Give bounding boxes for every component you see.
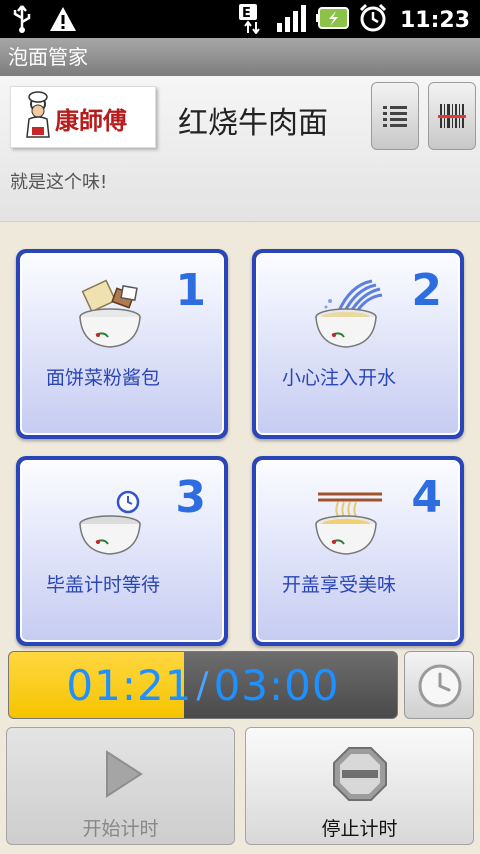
product-header: 康師傅 红烧牛肉面 就是这个味! — [0, 76, 480, 222]
bowl-seasoning-icon — [74, 275, 154, 359]
stop-timer-label: 停止计时 — [321, 818, 398, 840]
step-card-1[interactable]: 1 面饼菜粉酱包 — [16, 249, 228, 439]
product-name: 红烧牛肉面 — [178, 106, 328, 141]
app-title-bar: 泡面管家 — [0, 38, 480, 76]
barcode-scan-button[interactable] — [428, 82, 476, 150]
status-bar: E 11:23 — [0, 0, 480, 38]
timer-total: 03:00 — [213, 660, 340, 710]
step-label: 面饼菜粉酱包 — [46, 367, 161, 389]
start-timer-button[interactable]: 开始计时 — [6, 727, 235, 845]
clock-icon — [405, 664, 475, 724]
signal-icon — [276, 3, 308, 37]
step-number: 3 — [175, 472, 206, 523]
product-slogan: 就是这个味! — [10, 172, 108, 193]
step-label: 开盖享受美味 — [282, 574, 397, 596]
app-title: 泡面管家 — [8, 45, 88, 69]
covered-bowl-timer-icon — [74, 482, 154, 566]
step-label: 毕盖计时等待 — [46, 574, 161, 596]
step-card-2[interactable]: 2 小心注入开水 — [252, 249, 464, 439]
step-card-3[interactable]: 3 毕盖计时等待 — [16, 456, 228, 646]
clock-time: 11:23 — [399, 7, 470, 33]
noodle-bowl-chopsticks-icon — [310, 482, 390, 566]
list-button[interactable] — [371, 82, 419, 150]
timer-display: 01:21 / 03:00 — [8, 651, 398, 719]
step-number: 1 — [175, 265, 206, 316]
timer-separator: / — [196, 664, 210, 706]
brand-logo: 康師傅 — [10, 86, 156, 148]
stop-timer-button[interactable]: 停止计时 — [245, 727, 474, 845]
set-time-button[interactable] — [404, 651, 474, 719]
edge-network-icon: E — [238, 2, 268, 38]
svg-text:E: E — [242, 6, 251, 21]
pour-water-icon — [310, 275, 390, 359]
usb-icon — [10, 4, 34, 38]
step-card-4[interactable]: 4 开盖享受美味 — [252, 456, 464, 646]
step-number: 4 — [411, 472, 442, 523]
timer-elapsed: 01:21 — [66, 660, 193, 710]
battery-charging-icon — [315, 6, 350, 34]
step-label: 小心注入开水 — [282, 367, 397, 389]
svg-text:康師傅: 康師傅 — [55, 106, 127, 135]
alarm-icon — [358, 3, 388, 37]
step-number: 2 — [411, 265, 442, 316]
start-timer-label: 开始计时 — [82, 818, 159, 840]
warning-icon — [48, 4, 78, 38]
